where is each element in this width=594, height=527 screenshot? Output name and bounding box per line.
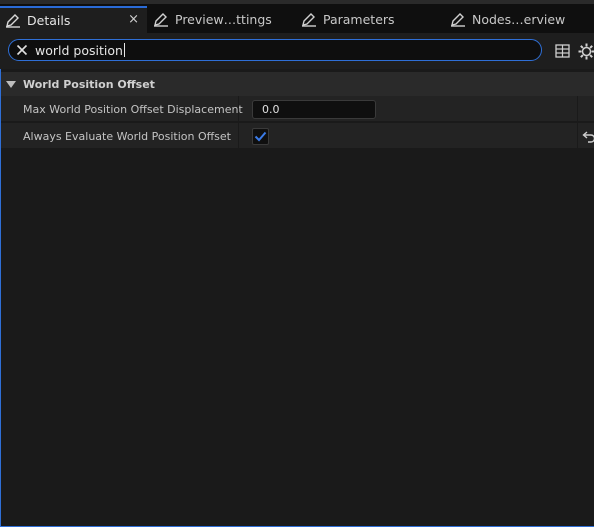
max-displacement-input[interactable]: 0.0 [252, 100, 376, 119]
tab-nodes-overview-label: Nodes…erview [472, 12, 566, 27]
property-name: Always Evaluate World Position Offset [23, 129, 231, 143]
tab-preview-settings-label: Preview…ttings [175, 12, 272, 27]
pencil-icon [300, 12, 318, 28]
tab-nodes-overview[interactable]: Nodes…erview [449, 6, 594, 33]
search-row: world position [0, 33, 594, 69]
property-row-always-evaluate-wpo: Always Evaluate World Position Offset [1, 123, 594, 149]
property-row-max-wpo-displacement: Max World Position Offset Displacement 0… [1, 96, 594, 122]
search-value-wrap: world position [35, 43, 125, 58]
column-divider [577, 96, 578, 122]
reset-arrow-icon[interactable] [582, 129, 594, 143]
tab-preview-settings[interactable]: Preview…ttings [152, 6, 292, 33]
checkmark-icon [254, 131, 267, 142]
pencil-icon [152, 12, 170, 28]
pencil-icon [4, 13, 22, 29]
category-header[interactable]: World Position Offset [1, 72, 594, 96]
column-divider [238, 96, 239, 122]
tab-details-label: Details [27, 13, 71, 28]
details-panel: World Position Offset Max World Position… [0, 69, 594, 527]
close-icon[interactable] [9, 44, 35, 56]
expand-arrow-icon[interactable] [6, 80, 16, 88]
always-evaluate-checkbox[interactable] [252, 128, 269, 145]
max-displacement-value: 0.0 [262, 103, 280, 116]
text-caret [123, 43, 125, 57]
column-divider [577, 123, 578, 149]
search-value: world position [35, 42, 123, 58]
tab-details[interactable]: Details × [0, 6, 147, 33]
tab-parameters-label: Parameters [323, 12, 395, 27]
search-input[interactable]: world position [8, 39, 542, 61]
column-divider [238, 123, 239, 149]
tab-parameters[interactable]: Parameters [300, 6, 440, 33]
category-title: World Position Offset [23, 77, 155, 91]
table-view-icon[interactable] [553, 42, 571, 60]
property-name: Max World Position Offset Displacement [23, 102, 243, 116]
close-tab-icon[interactable]: × [128, 12, 139, 27]
tab-bar-top-strip [0, 0, 594, 4]
gear-icon[interactable] [577, 42, 594, 60]
pencil-icon [449, 12, 467, 28]
tab-bar: Details × Preview…ttings Parameters Node… [0, 0, 594, 33]
